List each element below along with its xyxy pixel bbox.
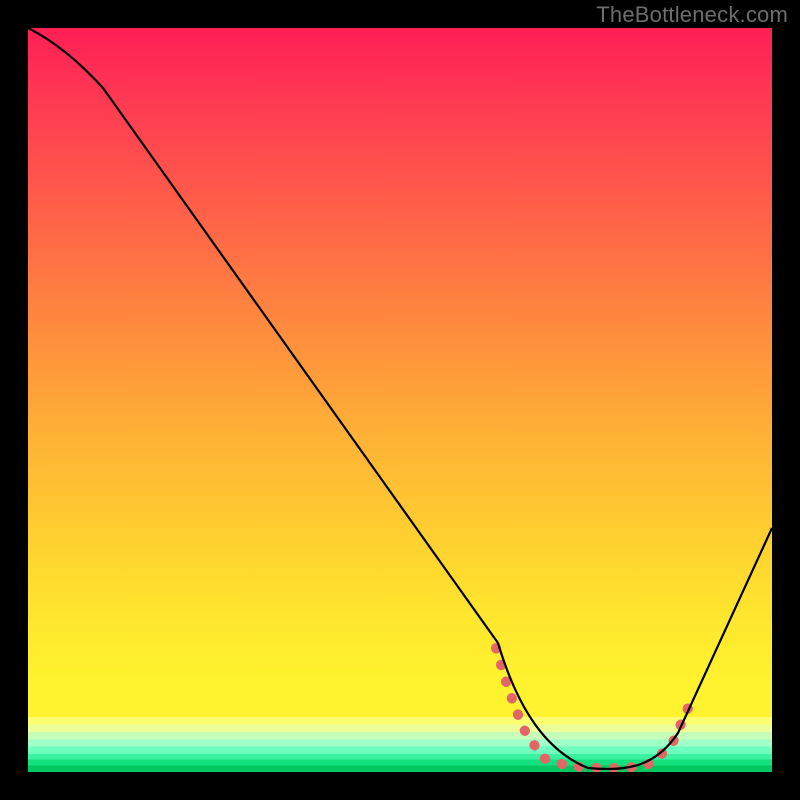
plot-area [28, 28, 772, 772]
bottleneck-curve-line [28, 28, 772, 769]
chart-container: TheBottleneck.com [0, 0, 800, 800]
chart-svg [28, 28, 772, 772]
watermark-label: TheBottleneck.com [596, 2, 788, 28]
